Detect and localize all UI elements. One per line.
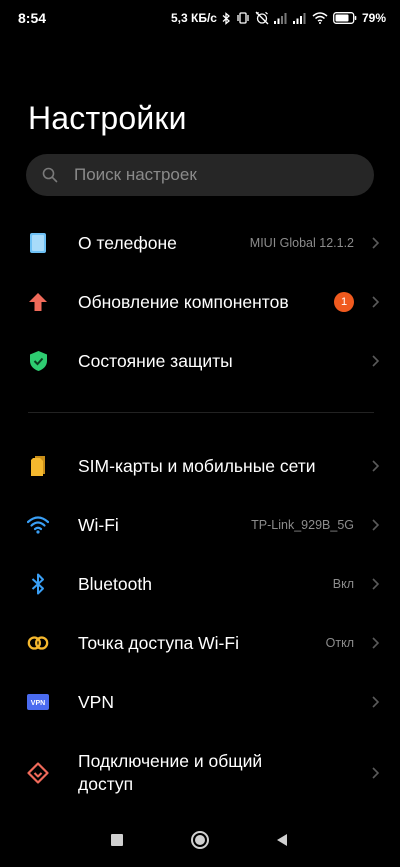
settings-item-label: Bluetooth	[78, 573, 152, 594]
update-count-badge: 1	[334, 292, 354, 312]
settings-item-vpn[interactable]: VPN VPN	[0, 685, 400, 719]
connection-share-icon	[27, 762, 49, 784]
battery-percent: 79%	[361, 11, 386, 25]
wifi-icon	[27, 514, 49, 536]
status-icons: 5,3 КБ/с 79%	[171, 9, 386, 27]
settings-item-label: Wi-Fi	[78, 514, 119, 535]
signal-icon-2	[292, 13, 306, 24]
settings-item-label: Подключение и общий доступ	[78, 750, 262, 796]
chevron-right-icon	[372, 296, 380, 308]
sim-card-icon	[27, 455, 49, 477]
settings-item-hotspot[interactable]: Точка доступа Wi-Fi Откл	[0, 626, 400, 660]
settings-item-value: TP-Link_929B_5G	[251, 518, 354, 532]
settings-item-label-line1: Подключение и общий	[78, 751, 263, 771]
settings-item-bluetooth[interactable]: Bluetooth Вкл	[0, 567, 400, 601]
settings-item-security-status[interactable]: Состояние защиты	[0, 344, 400, 378]
chevron-right-icon	[372, 696, 380, 708]
settings-item-label: SIM-карты и мобильные сети	[78, 455, 316, 476]
chevron-right-icon	[372, 767, 380, 779]
alarm-off-icon	[255, 11, 269, 25]
chevron-right-icon	[372, 519, 380, 531]
chevron-right-icon	[372, 460, 380, 472]
arrow-up-icon	[27, 291, 49, 313]
signal-icon-1	[273, 13, 287, 24]
status-time: 8:54	[18, 10, 47, 26]
vpn-icon: VPN	[27, 691, 49, 713]
search-bar[interactable]	[26, 154, 374, 196]
back-button[interactable]	[275, 833, 289, 847]
settings-item-label: Точка доступа Wi-Fi	[78, 632, 239, 653]
settings-item-wifi[interactable]: Wi-Fi TP-Link_929B_5G	[0, 508, 400, 542]
recents-button[interactable]	[111, 834, 123, 846]
bluetooth-icon	[27, 573, 49, 595]
settings-item-label: Состояние защиты	[78, 350, 233, 371]
search-input[interactable]	[72, 164, 374, 186]
shield-check-icon	[27, 350, 49, 372]
vpn-icon-text: VPN	[31, 700, 45, 707]
settings-item-value: MIUI Global 12.1.2	[249, 236, 354, 250]
settings-item-value: Откл	[325, 636, 354, 650]
settings-item-label-line2: доступ	[78, 774, 134, 794]
vibrate-icon	[237, 12, 249, 24]
chevron-right-icon	[372, 578, 380, 590]
settings-item-connection-sharing[interactable]: Подключение и общий доступ	[0, 750, 400, 796]
navigation-bar	[0, 817, 400, 867]
settings-item-sim-cards[interactable]: SIM-карты и мобильные сети	[0, 449, 400, 483]
settings-item-label: О телефоне	[78, 232, 177, 253]
settings-item-component-update[interactable]: Обновление компонентов 1	[0, 285, 400, 319]
network-speed: 5,3 КБ/с	[170, 11, 217, 25]
wifi-status-icon	[312, 12, 328, 24]
battery-icon	[333, 12, 357, 24]
section-divider	[28, 412, 374, 413]
search-icon	[42, 167, 58, 183]
page-title: Настройки	[28, 100, 187, 136]
chevron-right-icon	[372, 237, 380, 249]
chevron-right-icon	[372, 637, 380, 649]
bluetooth-status-icon	[222, 11, 230, 25]
status-bar: 8:54 5,3 КБ/с 79%	[0, 0, 400, 36]
settings-item-value: Вкл	[332, 577, 354, 591]
settings-item-label: Обновление компонентов	[78, 291, 289, 312]
phone-icon	[27, 232, 49, 254]
settings-item-about-phone[interactable]: О телефоне MIUI Global 12.1.2	[0, 226, 400, 260]
home-button[interactable]	[190, 830, 210, 850]
chevron-right-icon	[372, 355, 380, 367]
hotspot-icon	[27, 632, 49, 654]
settings-item-label: VPN	[78, 691, 114, 712]
